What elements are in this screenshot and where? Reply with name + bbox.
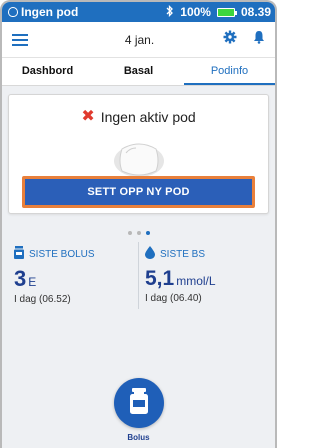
last-bolus-panel: SISTE BOLUS 3E I dag (06.52)	[8, 242, 138, 309]
phone-screen: Ingen pod 100% 08.39 4 jan. Dashbord Bas…	[0, 0, 277, 448]
last-bg-time: I dag (06.40)	[145, 293, 202, 304]
battery-icon	[216, 7, 237, 17]
last-bg-panel: SISTE BS 5,1 mmol/L I dag (06.40)	[138, 242, 269, 309]
header-date: 4 jan.	[124, 32, 155, 47]
battery-percent: 100%	[180, 5, 211, 19]
status-right: 100% 08.39	[166, 4, 271, 20]
last-bg-header: SISTE BS	[145, 246, 263, 262]
last-bolus-header: SISTE BOLUS	[14, 246, 132, 262]
last-bolus-unit: E	[28, 275, 37, 289]
main-content: ✖ Ingen aktiv pod SETT OPP NY POD SISTE …	[2, 86, 275, 309]
last-bg-label: SISTE BS	[160, 248, 206, 260]
status-bar: Ingen pod 100% 08.39	[2, 2, 275, 22]
last-bg-value: 5,1	[145, 267, 175, 290]
last-bg-unit: mmol/L	[176, 274, 216, 288]
bolus-button[interactable]	[113, 378, 164, 428]
page-indicator	[8, 226, 269, 240]
pod-card-title: Ingen aktiv pod	[100, 109, 196, 125]
last-bolus-value-row: 3E	[14, 268, 132, 293]
bell-icon[interactable]	[253, 30, 265, 49]
tab-basal[interactable]: Basal	[93, 58, 184, 85]
tab-bar: Dashbord Basal Podinfo	[2, 58, 275, 86]
tab-dashbord[interactable]: Dashbord	[2, 58, 93, 85]
last-bg-value-row: 5,1 mmol/L	[145, 268, 263, 292]
pod-device-image	[112, 139, 166, 179]
app-header: 4 jan.	[2, 22, 275, 58]
clock: 08.39	[240, 5, 271, 19]
pod-status-icon	[8, 7, 18, 17]
tab-podinfo[interactable]: Podinfo	[184, 58, 275, 85]
stats-row: SISTE BOLUS 3E I dag (06.52) SISTE BS 5,…	[8, 242, 269, 309]
pod-card-title-row: ✖ Ingen aktiv pod	[9, 95, 268, 126]
gear-icon[interactable]	[223, 30, 237, 49]
status-left: Ingen pod	[8, 5, 166, 19]
setup-new-pod-button[interactable]: SETT OPP NY POD	[25, 179, 252, 205]
bluetooth-icon	[166, 4, 174, 20]
bolus-label: Bolus	[127, 433, 150, 442]
header-icons	[223, 30, 265, 49]
last-bolus-label: SISTE BOLUS	[29, 248, 95, 260]
page-dot[interactable]	[127, 231, 132, 235]
last-bolus-value: 3	[14, 266, 27, 291]
page-dot-active[interactable]	[145, 231, 150, 235]
error-x-icon: ✖	[81, 108, 95, 125]
setup-button-highlight: SETT OPP NY POD	[22, 176, 255, 208]
blood-drop-icon	[145, 246, 155, 262]
pod-status-text: Ingen pod	[21, 5, 79, 19]
menu-icon[interactable]	[12, 33, 28, 46]
last-bolus-time: I dag (06.52)	[14, 294, 71, 305]
bolus-area: Bolus	[2, 378, 275, 442]
insulin-vial-icon	[14, 246, 24, 262]
page-dot[interactable]	[136, 231, 141, 235]
insulin-vial-icon	[129, 387, 149, 419]
